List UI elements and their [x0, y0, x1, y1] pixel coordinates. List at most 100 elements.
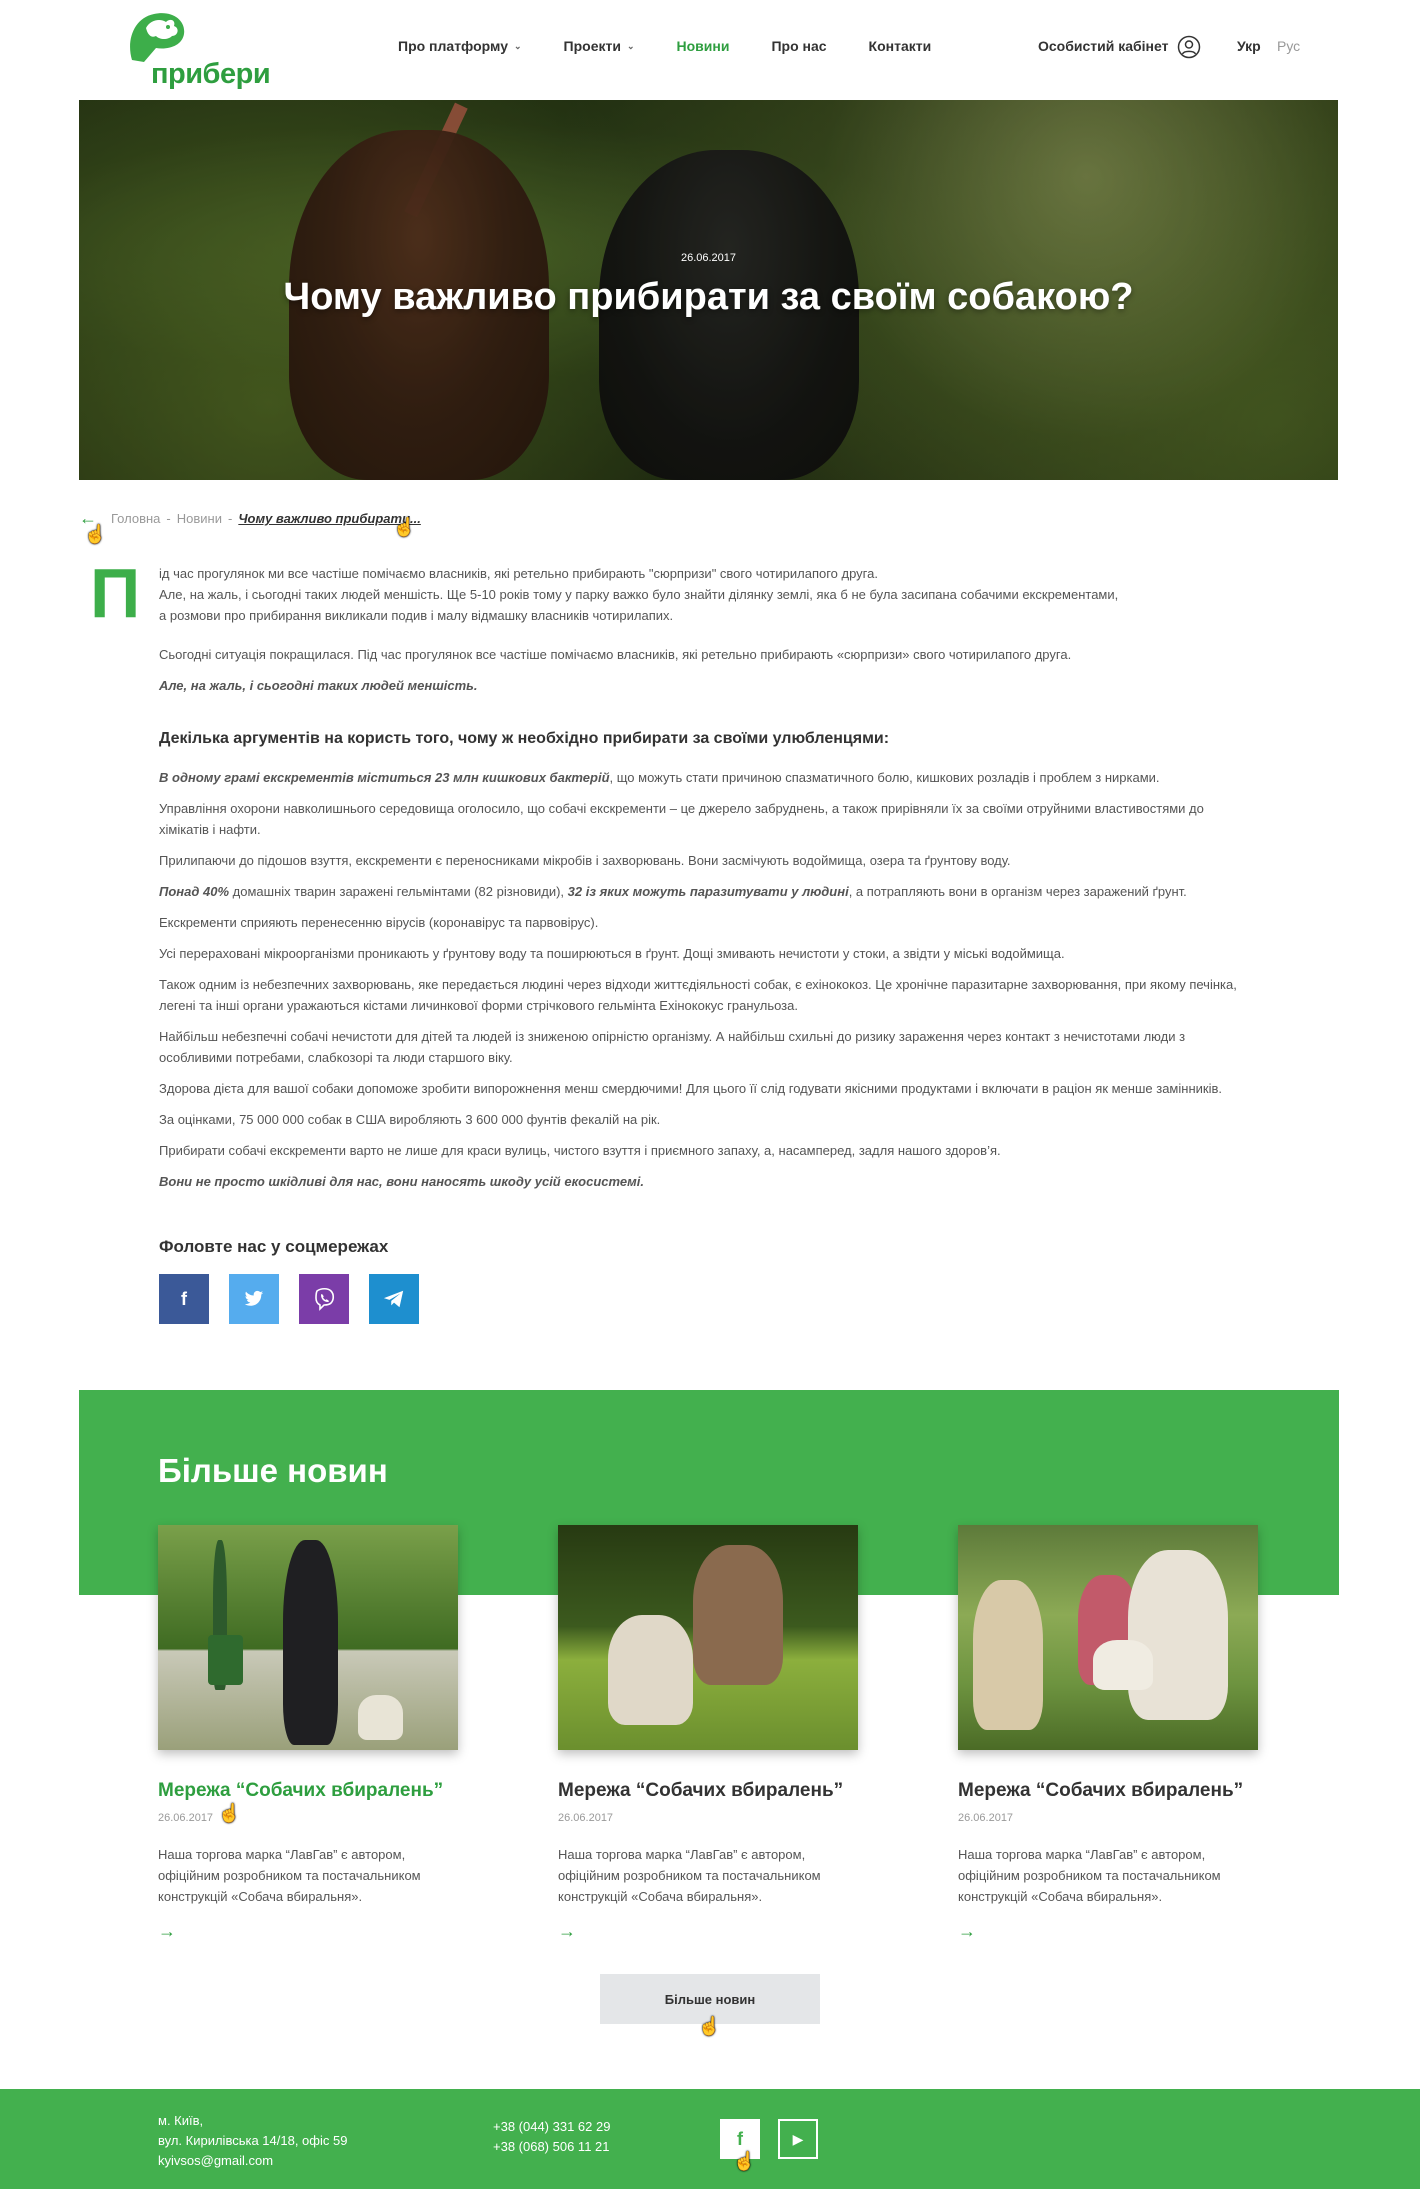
logo-dog-icon [130, 13, 185, 62]
news-card-title[interactable]: Мережа “Собачих вбиралень” [958, 1780, 1258, 1802]
arrow-right-icon[interactable]: → [158, 1921, 458, 1942]
article-subheading: Декілька аргументів на користь того, чом… [159, 730, 890, 747]
breadcrumb-home[interactable]: Головна [111, 511, 160, 526]
site-footer: м. Київ, вул. Кирилівська 14/18, офіс 59… [0, 2089, 1420, 2189]
news-card-date: 26.06.2017 [158, 1812, 214, 1824]
viber-button[interactable] [299, 1274, 349, 1324]
chevron-down-icon: ⌄ [626, 40, 635, 51]
article-emphasis: Вони не просто шкідливі для нас, вони на… [159, 1174, 644, 1189]
footer-phones: +38 (044) 331 62 29 +38 (068) 506 11 21 [493, 2117, 610, 2157]
article-paragraph: Але, на жаль, і сьогодні таких людей мен… [159, 587, 1119, 602]
lang-ukr[interactable]: Укр [1237, 38, 1261, 54]
article-paragraph: В одному грамі екскрементів міститься 23… [159, 767, 1254, 788]
dog-figure [608, 1615, 693, 1725]
nav-item-news[interactable]: Новини [677, 38, 730, 54]
dog-figure [358, 1695, 403, 1740]
news-card-title[interactable]: Мережа “Собачих вбиралень” [558, 1780, 858, 1802]
nav-item-label: Контакти [868, 38, 932, 54]
hand-cursor-icon: ☝ [393, 517, 416, 537]
nav-item-projects[interactable]: Проекти ⌄ [564, 38, 635, 54]
footer-email[interactable]: kyivsos@gmail.com [158, 2151, 347, 2171]
news-card-title[interactable]: Мережа “Собачих вбиралень” [158, 1780, 458, 1802]
news-card-text: Наша торгова марка “ЛавГав” є автором, о… [958, 1847, 1221, 1904]
news-card-text: Наша торгова марка “ЛавГав” є автором, о… [158, 1847, 421, 1904]
more-news-title: Більше новин [158, 1452, 388, 1489]
footer-address: м. Київ, вул. Кирилівська 14/18, офіс 59… [158, 2111, 347, 2171]
dog-toilet-bin [208, 1635, 243, 1685]
news-card-date: 26.06.2017 [558, 1812, 614, 1824]
lang-rus[interactable]: Рус [1277, 38, 1300, 54]
article-paragraph: Управління охорони навколишнього середов… [159, 801, 1204, 837]
breadcrumb-news[interactable]: Новини [177, 511, 222, 526]
play-icon: ▶ [792, 2130, 804, 2147]
twitter-button[interactable] [229, 1274, 279, 1324]
article-emphasis: Понад 40% [159, 884, 230, 899]
article-text: , що можуть стати причиною спазматичного… [609, 770, 1160, 785]
news-card-image[interactable] [558, 1525, 858, 1750]
article-emphasis: Але, на жаль, і сьогодні таких людей мен… [159, 678, 478, 693]
footer-city: м. Київ, [158, 2113, 204, 2128]
article-paragraph: а розмови про прибирання викликали подив… [159, 608, 674, 623]
nav-item-contacts[interactable]: Контакти [869, 38, 932, 54]
facebook-button[interactable]: f [159, 1274, 209, 1324]
article-paragraph: Прилипаючи до підошов взуття, екскремент… [159, 853, 1011, 868]
article-text: , а потрапляють вони в організм через за… [848, 884, 1187, 899]
arrow-right-icon[interactable]: → [958, 1921, 1258, 1942]
personal-cabinet-link[interactable]: Особистий кабінет [1038, 38, 1168, 54]
article-intro: ід час прогулянок ми все частіше помічає… [159, 563, 1254, 626]
article-paragraph: Здорова дієта для вашої собаки допоможе … [159, 1081, 1222, 1096]
arrow-right-icon[interactable]: → [558, 1921, 858, 1942]
news-card-date: 26.06.2017 [958, 1812, 1014, 1824]
hand-cursor-icon: ☝ [733, 2151, 756, 2171]
social-buttons: f [159, 1274, 419, 1324]
news-card[interactable]: Мережа “Собачих вбиралень” 26.06.2017 На… [958, 1525, 1258, 1942]
viber-icon [315, 1287, 335, 1311]
chevron-down-icon: ⌄ [514, 40, 522, 51]
article-paragraph: Сьогодні ситуація покращилася. Під час п… [159, 647, 1072, 662]
article-emphasis: В одному грамі екскрементів міститься 23… [159, 770, 610, 785]
article-paragraph: Прибирати собачі екскременти варто не ли… [159, 1143, 1001, 1158]
article-paragraph: Але, на жаль, і сьогодні таких людей мен… [159, 675, 1254, 696]
article-emphasis: 32 із яких можуть паразитувати у людині [567, 884, 849, 899]
news-card-image[interactable] [958, 1525, 1258, 1750]
facebook-icon: f [737, 2128, 743, 2149]
news-card[interactable]: Мережа “Собачих вбиралень” 26.06.2017 На… [558, 1525, 858, 1942]
news-card-image[interactable] [158, 1525, 458, 1750]
main-nav: Про платформу ⌄ Проекти ⌄ Новини Про нас… [398, 38, 931, 54]
person-figure [1128, 1550, 1228, 1720]
article-body: ід час прогулянок ми все частіше помічає… [159, 563, 1254, 1202]
nav-item-about[interactable]: Про нас [771, 38, 826, 54]
hero-banner: 26.06.2017 Чому важливо прибирати за сво… [79, 100, 1338, 480]
footer-phone[interactable]: +38 (044) 331 62 29 [493, 2117, 610, 2137]
nav-item-label: Новини [676, 38, 730, 54]
article-paragraph: ід час прогулянок ми все частіше помічає… [159, 566, 878, 581]
social-title: Фоловте нас у соцмережах [159, 1237, 389, 1256]
person-figure [283, 1540, 338, 1745]
breadcrumb-sep: - [227, 511, 233, 526]
nav-item-platform[interactable]: Про платформу ⌄ [398, 38, 522, 54]
nav-item-label: Проекти [563, 38, 621, 54]
article-paragraph: Найбільш небезпечні собачі нечистоти для… [159, 1029, 1186, 1065]
child-figure [973, 1580, 1043, 1730]
news-card[interactable]: Мережа “Собачих вбиралень” 26.06.2017 На… [158, 1525, 458, 1942]
person-figure [693, 1545, 783, 1685]
hand-cursor-icon: ☝ [698, 2016, 721, 2036]
article-paragraph: Також одним із небезпечних захворювань, … [159, 977, 1237, 1013]
logo[interactable]: прибери [124, 10, 271, 90]
user-icon[interactable] [1177, 35, 1201, 59]
footer-youtube-button[interactable]: ▶ [778, 2119, 818, 2159]
article-paragraph: Понад 40% домашніх тварин заражені гельм… [159, 881, 1254, 902]
article-paragraph: Усі перераховані мікроорганізми проникаю… [159, 946, 1065, 961]
twitter-icon [244, 1290, 264, 1306]
news-card-text: Наша торгова марка “ЛавГав” є автором, о… [558, 1847, 821, 1904]
site-header: прибери Про платформу ⌄ Проекти ⌄ Новини… [0, 0, 1420, 100]
telegram-button[interactable] [369, 1274, 419, 1324]
nav-item-label: Про нас [771, 38, 827, 54]
breadcrumb-sep: - [166, 511, 171, 526]
telegram-icon [383, 1290, 404, 1308]
facebook-icon: f [181, 1288, 187, 1309]
breadcrumb: ← Головна - Новини - Чому важливо прибир… [79, 508, 421, 529]
footer-street: вул. Кирилівська 14/18, офіс 59 [158, 2133, 348, 2148]
hero-date: 26.06.2017 [680, 252, 737, 264]
footer-phone[interactable]: +38 (068) 506 11 21 [493, 2137, 610, 2157]
